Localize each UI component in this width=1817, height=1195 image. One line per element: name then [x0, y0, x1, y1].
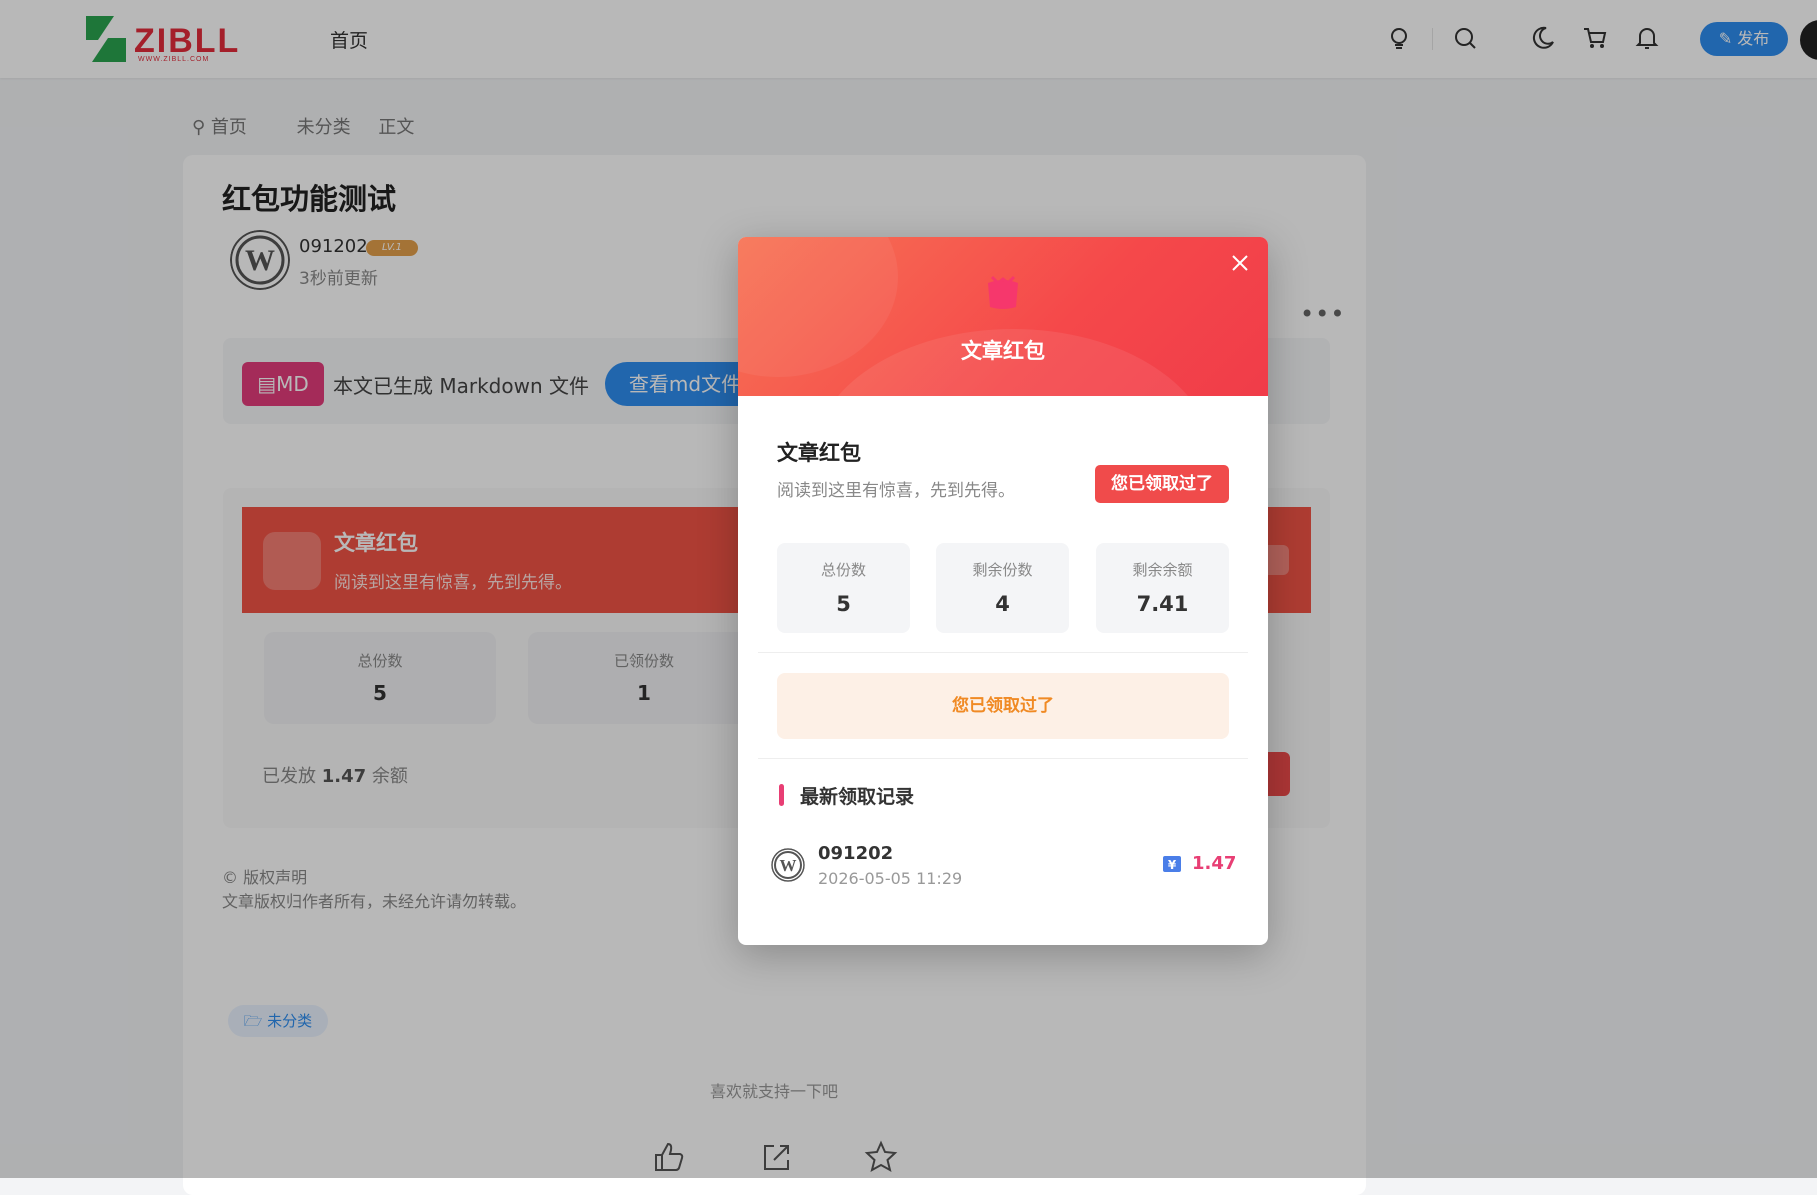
redpacket-modal: 文章红包 文章红包 阅读到这里有惊喜，先到先得。 您已领取过了 总份数 5 剩余… — [738, 237, 1268, 945]
stat-remaining-amount: 剩余余额 7.41 — [1096, 543, 1229, 633]
claimed-status-bar: 您已领取过了 — [777, 673, 1229, 739]
record-amount: 1.47 — [1192, 853, 1237, 874]
close-icon[interactable] — [1226, 249, 1254, 277]
divider — [758, 758, 1248, 759]
stat-value: 7.41 — [1136, 592, 1189, 616]
redpacket-description: 阅读到这里有惊喜，先到先得。 — [777, 481, 1015, 501]
divider — [758, 652, 1248, 653]
record-user-avatar[interactable]: W — [771, 848, 805, 882]
records-title: 最新领取记录 — [800, 786, 915, 808]
stat-label: 总份数 — [820, 561, 866, 579]
stat-remaining-count: 剩余份数 4 — [936, 543, 1069, 633]
stat-total: 总份数 5 — [777, 543, 910, 633]
stat-value: 4 — [995, 592, 1010, 616]
redpacket-name: 文章红包 — [777, 441, 861, 465]
stat-label: 剩余份数 — [972, 561, 1033, 579]
modal-title: 文章红包 — [961, 339, 1045, 363]
svg-text:¥: ¥ — [1168, 858, 1177, 872]
record-time: 2026-05-05 11:29 — [818, 869, 963, 888]
record-user-name[interactable]: 091202 — [818, 843, 893, 864]
stat-value: 5 — [836, 592, 851, 616]
gift-icon — [988, 275, 1018, 309]
stat-label: 剩余余额 — [1132, 561, 1193, 579]
modal-header: 文章红包 — [738, 237, 1268, 396]
money-icon: ¥ — [1163, 856, 1181, 872]
claimed-button[interactable]: 您已领取过了 — [1095, 465, 1229, 503]
svg-text:W: W — [780, 856, 797, 875]
section-accent — [779, 784, 784, 806]
